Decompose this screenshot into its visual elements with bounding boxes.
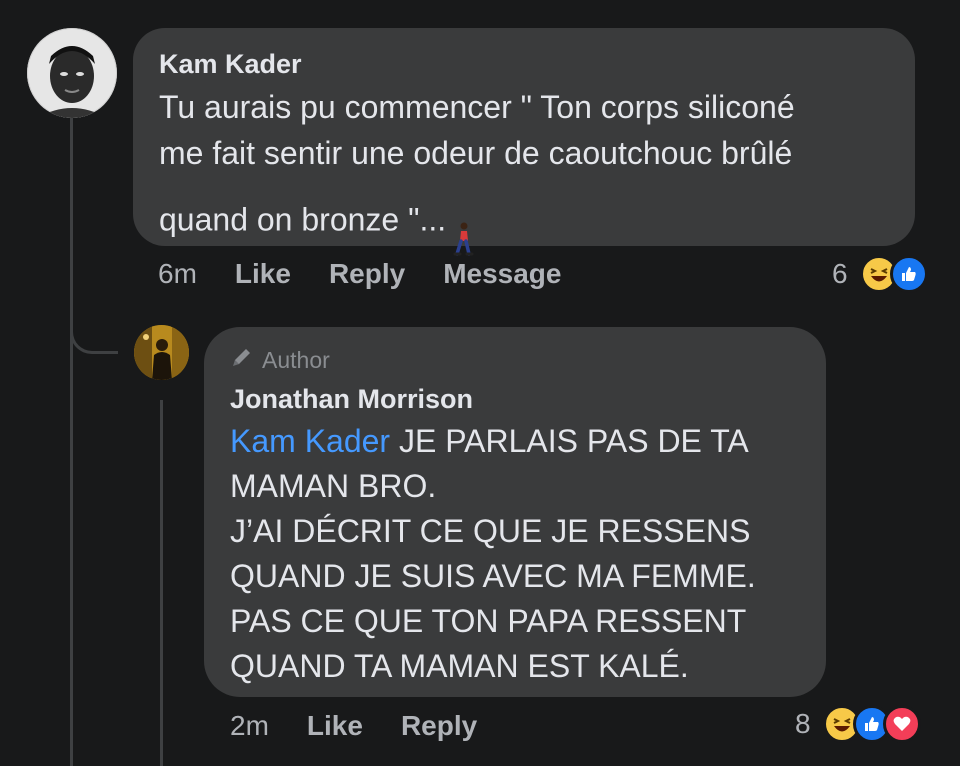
- reply-button[interactable]: Reply: [401, 710, 477, 742]
- pencil-icon: [230, 345, 254, 375]
- reply-thread-line: [160, 400, 163, 766]
- reply-author[interactable]: Jonathan Morrison: [230, 383, 800, 415]
- comment-author[interactable]: Kam Kader: [159, 48, 889, 80]
- reply-text: Kam Kader JE PARLAIS PAS DE TA MAMAN BRO…: [230, 423, 756, 684]
- reply-bubble: Author Jonathan Morrison Kam Kader JE PA…: [204, 327, 826, 697]
- mention-link[interactable]: Kam Kader: [230, 423, 390, 459]
- comment-actions: 6m Like Reply Message: [158, 258, 561, 290]
- reply-avatar[interactable]: [134, 325, 189, 380]
- avatar[interactable]: [27, 28, 117, 118]
- comment-bubble: Kam Kader Tu aurais pu commencer " Ton c…: [133, 28, 915, 256]
- reactions-summary[interactable]: 6: [832, 255, 928, 293]
- author-badge: Author: [230, 345, 800, 375]
- person-walking-icon: [452, 176, 474, 268]
- reply-button[interactable]: Reply: [329, 258, 405, 290]
- reactions-summary[interactable]: 8: [795, 705, 921, 743]
- reply-actions: 2m Like Reply: [230, 710, 477, 742]
- comment-text: Tu aurais pu commencer " Ton corps silic…: [159, 84, 889, 268]
- reaction-count: 6: [832, 258, 848, 289]
- like-reaction-icon: [889, 255, 928, 293]
- like-button[interactable]: Like: [235, 258, 291, 290]
- thread-line: [70, 118, 73, 766]
- message-button[interactable]: Message: [443, 258, 561, 290]
- timestamp[interactable]: 2m: [230, 710, 269, 742]
- timestamp[interactable]: 6m: [158, 258, 197, 290]
- love-reaction-icon: [882, 705, 921, 743]
- reply-connector: [70, 290, 118, 354]
- reaction-count: 8: [795, 708, 811, 739]
- author-badge-label: Author: [262, 346, 330, 373]
- like-button[interactable]: Like: [307, 710, 363, 742]
